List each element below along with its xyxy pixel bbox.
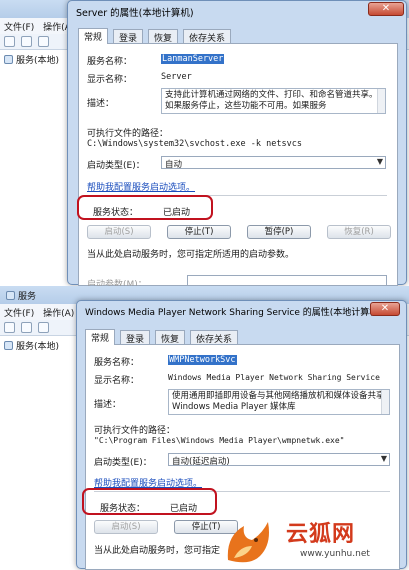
back-icon[interactable] xyxy=(4,36,15,47)
tab-recovery[interactable]: 恢复 xyxy=(155,330,186,345)
stop-button[interactable]: 停止(T) xyxy=(167,225,231,239)
close-button[interactable]: ✕ xyxy=(368,2,404,16)
description-text: 使用通用即插即用设备与其他网络播放机和媒体设备共享 Windows Media … xyxy=(172,391,385,412)
menu-file[interactable]: 文件(F) xyxy=(4,23,34,33)
server-properties-dialog: Server 的属性(本地计算机) ✕ 常规 登录 恢复 依存关系 服务名称： … xyxy=(67,0,407,290)
startup-type-value: 自动 xyxy=(165,160,183,170)
services-icon xyxy=(6,291,15,300)
display-name-label: 显示名称： xyxy=(94,376,140,386)
fox-logo-icon xyxy=(227,522,269,563)
console-icon[interactable] xyxy=(37,322,49,333)
start-params-hint: 当从此处启动服务时，您可指定 xyxy=(94,546,221,556)
tab-general[interactable]: 常规 xyxy=(85,329,116,345)
tab-bar: 常规 登录 恢复 依存关系 xyxy=(78,28,398,44)
startup-type-select[interactable]: 自动(延迟启动) ▼ xyxy=(168,453,390,467)
menu-file[interactable]: 文件(F) xyxy=(4,309,34,319)
service-name-label: 服务名称： xyxy=(87,57,133,67)
general-panel: 服务名称： LanmanServer 显示名称： Server 描述： 支持此计… xyxy=(78,43,398,290)
exe-path-label: 可执行文件的路径： xyxy=(94,426,176,436)
description-box[interactable]: 支持此计算机通过网络的文件、打印、和命名管道共享。如果服务停止，这些功能不可用。… xyxy=(161,88,386,114)
tab-logon[interactable]: 登录 xyxy=(120,330,151,345)
dialog-title: Windows Media Player Network Sharing Ser… xyxy=(85,308,382,318)
services-icon xyxy=(4,55,13,64)
startup-type-value: 自动(延迟启动) xyxy=(172,457,230,467)
service-name-label: 服务名称： xyxy=(94,358,140,368)
service-name-value[interactable]: LanmanServer xyxy=(161,54,225,64)
console-icon[interactable] xyxy=(37,36,49,47)
back-icon[interactable] xyxy=(4,322,15,333)
resume-button[interactable]: 恢复(R) xyxy=(327,225,391,239)
menu-action[interactable]: 操作(A) xyxy=(43,309,74,319)
exe-path-value: C:\Windows\system32\svchost.exe -k netsv… xyxy=(87,139,302,149)
help-link[interactable]: 帮助我配置服务启动选项。 xyxy=(87,180,195,193)
tree-item-services-local[interactable]: 服务(本地) xyxy=(16,342,59,352)
service-name-value[interactable]: WMPNetworkSvc xyxy=(168,355,237,365)
tab-recovery[interactable]: 恢复 xyxy=(148,29,179,44)
tab-bar: 常规 登录 恢复 依存关系 xyxy=(85,329,400,345)
services-icon xyxy=(4,341,13,350)
status-highlight-bottom xyxy=(82,488,217,515)
display-name-value[interactable]: Windows Media Player Network Sharing Ser… xyxy=(168,373,380,382)
forward-icon[interactable] xyxy=(20,36,32,47)
status-highlight-top xyxy=(77,195,213,220)
display-name-value[interactable]: Server xyxy=(161,72,192,82)
tab-general[interactable]: 常规 xyxy=(78,28,109,44)
tab-dependencies[interactable]: 依存关系 xyxy=(183,29,232,44)
display-name-label: 显示名称： xyxy=(87,75,133,85)
close-button[interactable]: ✕ xyxy=(370,302,400,316)
exe-path-value: "C:\Program Files\Windows Media Player\w… xyxy=(94,436,345,445)
description-scrollbar[interactable] xyxy=(381,390,389,414)
start-params-input[interactable] xyxy=(187,275,387,286)
tab-dependencies[interactable]: 依存关系 xyxy=(190,330,239,345)
startup-type-select[interactable]: 自动 ▼ xyxy=(161,156,386,170)
bg-window-title: 服务 xyxy=(18,292,37,302)
tree-item-services-local[interactable]: 服务(本地) xyxy=(16,56,59,66)
exe-path-label: 可执行文件的路径： xyxy=(87,129,169,139)
dropdown-arrow-icon: ▼ xyxy=(376,157,383,166)
description-box[interactable]: 使用通用即插即用设备与其他网络播放机和媒体设备共享 Windows Media … xyxy=(168,389,390,415)
startup-type-label: 启动类型(E)： xyxy=(87,161,145,171)
start-button[interactable]: 启动(S) xyxy=(87,225,151,239)
pause-button[interactable]: 暂停(P) xyxy=(247,225,311,239)
watermark-url: www.yunhu.net xyxy=(300,549,370,559)
tab-logon[interactable]: 登录 xyxy=(113,29,144,44)
description-text: 支持此计算机通过网络的文件、打印、和命名管道共享。如果服务停止，这些功能不可用。… xyxy=(165,90,378,111)
dropdown-arrow-icon: ▼ xyxy=(380,454,387,463)
description-scrollbar[interactable] xyxy=(377,89,385,113)
dialog-title: Server 的属性(本地计算机) xyxy=(76,8,194,19)
description-label: 描述： xyxy=(94,400,122,410)
watermark-brand: 云狐网 xyxy=(286,521,356,547)
start-params-hint: 当从此处启动服务时，您可指定所适用的启动参数。 xyxy=(87,250,295,260)
startup-type-label: 启动类型(E)： xyxy=(94,458,152,468)
start-button[interactable]: 启动(S) xyxy=(94,520,158,534)
description-label: 描述： xyxy=(87,99,115,109)
forward-icon[interactable] xyxy=(20,322,32,333)
